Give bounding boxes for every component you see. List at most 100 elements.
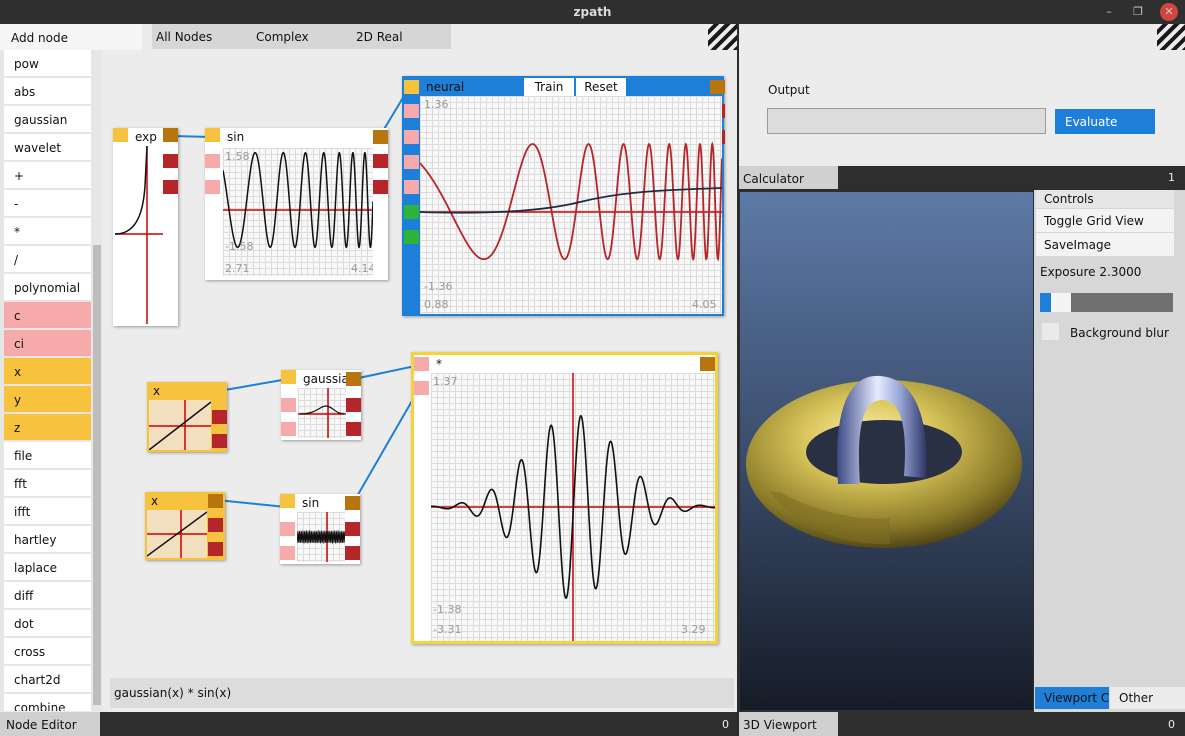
output-port[interactable] [346,398,361,412]
title-bar: zpath – ❐ ✕ [0,0,1185,24]
x-min-label: 2.71 [225,262,250,275]
footer-count: 0 [722,718,729,731]
x-max-label: 4.05 [692,298,717,311]
tab-3d-viewport[interactable]: 3D Viewport [739,712,838,736]
tab-viewport-controls[interactable]: Viewport Co [1035,687,1109,709]
input-port[interactable] [404,104,419,118]
background-blur-checkbox[interactable] [1042,323,1059,340]
train-button[interactable]: Train [524,78,574,96]
node-color-swatch [280,494,295,508]
wire-x-sin [216,499,287,508]
input-port[interactable] [281,398,296,412]
wire-x-gaussian [218,378,289,392]
node-multiply[interactable]: * 1.37 -1.38 -3.31 3.29 [411,352,718,644]
node-editor-footer: Node Editor 0 [0,712,737,736]
tab-other[interactable]: Other [1110,687,1185,709]
calculator-panel: Output Evaluate [739,24,1185,166]
evaluate-button[interactable]: Evaluate [1055,109,1155,134]
y-min-label: -1.58 [225,240,254,253]
output-port[interactable] [163,154,178,168]
output-port[interactable] [208,518,223,532]
node-title: x [151,494,159,508]
input-port[interactable] [205,180,220,194]
input-port[interactable] [404,230,419,244]
input-port[interactable] [404,180,419,194]
x-max-label: 3.29 [681,623,706,636]
exposure-label: Exposure 2.3000 [1040,265,1142,279]
output-port[interactable] [163,180,178,194]
input-port[interactable] [280,522,295,536]
controls-panel: Controls Toggle Grid View SaveImage Expo… [1034,190,1185,712]
x-plot [149,400,211,450]
node-title: * [436,357,442,371]
input-port[interactable] [404,205,419,219]
output-port[interactable] [346,422,361,436]
node-neural[interactable]: neural Train Reset 1.36 -1.36 0.88 4.05 [402,76,725,316]
input-port[interactable] [404,130,419,144]
output-port[interactable] [345,496,360,510]
input-port[interactable] [280,546,295,560]
toggle-grid-button[interactable]: Toggle Grid View [1036,209,1174,232]
node-title: exp [135,130,157,144]
controls-header: Controls [1036,190,1174,208]
minimize-icon[interactable]: – [1100,3,1118,21]
output-port[interactable] [373,130,388,144]
y-min-label: -1.36 [424,280,453,293]
save-image-button[interactable]: SaveImage [1036,233,1174,256]
input-port[interactable] [281,422,296,436]
3d-viewport[interactable] [740,192,1033,710]
tab-calculator[interactable]: Calculator [739,166,838,189]
output-port[interactable] [345,546,360,560]
output-port[interactable] [208,542,223,556]
input-port[interactable] [414,357,429,371]
x-plot [147,510,207,558]
viewport-area: Controls Toggle Grid View SaveImage Expo… [739,190,1185,712]
tab-node-editor[interactable]: Node Editor [0,712,100,736]
node-sin[interactable]: sin 1.58 -1.58 2.71 4.14 [205,128,388,280]
reset-button[interactable]: Reset [576,78,626,96]
calculator-footer: Calculator 1 [739,166,1185,189]
input-port[interactable] [414,381,429,395]
node-sin[interactable]: sin [280,494,360,564]
output-port[interactable] [212,410,227,424]
y-max-label: 1.37 [433,375,458,388]
panel-corner-stripes-icon[interactable] [1157,24,1185,50]
node-title: x [153,384,161,398]
y-max-label: 1.58 [225,150,250,163]
input-port[interactable] [404,155,419,169]
close-icon[interactable]: ✕ [1160,3,1178,21]
node-color-swatch [404,80,419,94]
output-field[interactable] [767,108,1046,134]
output-port[interactable] [163,128,178,142]
footer-count: 1 [1168,171,1175,184]
exposure-slider[interactable] [1040,293,1173,312]
node-gaussian[interactable]: gaussian [281,370,361,440]
output-port[interactable] [710,80,725,94]
multiply-plot: 1.37 -1.38 -3.31 3.29 [431,373,715,641]
neural-plot: 1.36 -1.36 0.88 4.05 [420,96,722,314]
exposure-slider-handle[interactable] [1040,293,1051,312]
footer-count: 0 [1168,718,1175,731]
expression-bar[interactable]: gaussian(x) * sin(x) [110,678,734,708]
window-title: zpath [573,5,612,19]
output-port[interactable] [373,154,388,168]
y-max-label: 1.36 [424,98,449,111]
viewport-footer: 3D Viewport 0 [739,712,1185,736]
output-port[interactable] [345,522,360,536]
output-port[interactable] [700,357,715,371]
node-title: sin [302,496,320,510]
output-port[interactable] [346,372,361,386]
node-x[interactable]: x [147,382,227,452]
node-x[interactable]: x [145,492,225,560]
output-port[interactable] [208,494,223,508]
restore-icon[interactable]: ❐ [1129,3,1147,21]
node-title: sin [227,130,245,144]
node-color-swatch [205,128,220,142]
node-exp[interactable]: exp [113,128,178,326]
output-port[interactable] [212,434,227,448]
sin-plot: 1.58 -1.58 2.71 4.14 [223,148,373,276]
input-port[interactable] [205,154,220,168]
output-label: Output [768,83,810,97]
output-port[interactable] [373,180,388,194]
x-min-label: 0.88 [424,298,449,311]
